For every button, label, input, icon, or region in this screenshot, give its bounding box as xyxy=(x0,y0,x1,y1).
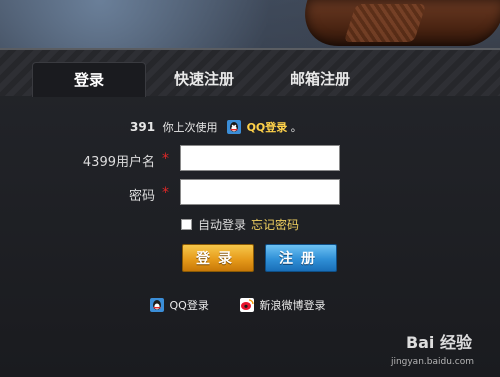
tab-quick-register[interactable]: 快速注册 xyxy=(150,62,258,96)
watermark-url: jingyan.baidu.com xyxy=(390,357,474,367)
last-login-hint: 391 你上次使用 QQ登录 。 xyxy=(130,119,302,135)
hint-suffix: 。 xyxy=(290,121,302,134)
tab-email-register[interactable]: 邮箱注册 xyxy=(266,62,374,96)
background-gun-grip xyxy=(343,4,427,42)
username-required-mark: * xyxy=(162,151,169,167)
weibo-icon xyxy=(240,298,254,312)
forgot-password-link[interactable]: 忘记密码 xyxy=(251,216,299,233)
password-label: 密码 xyxy=(128,189,155,204)
password-input[interactable] xyxy=(180,179,340,205)
weibo-login-label: 新浪微博登录 xyxy=(259,299,326,312)
username-input[interactable] xyxy=(180,145,340,171)
watermark-brand: Bai 经验 xyxy=(405,333,472,352)
qq-icon xyxy=(227,120,242,134)
tab-login[interactable]: 登录 xyxy=(32,62,146,97)
qq-icon xyxy=(150,298,164,312)
auto-login-label: 自动登录 xyxy=(198,218,247,232)
tab-bar: 登录 快速注册 邮箱注册 xyxy=(0,50,500,97)
last-login-method: QQ登录 xyxy=(246,121,288,134)
login-panel: 登录 快速注册 邮箱注册 xyxy=(0,48,500,377)
username-label: 4399用户名 xyxy=(82,155,155,170)
site-logo: 391 xyxy=(130,120,156,134)
hint-prefix: 你上次使用 xyxy=(162,121,218,134)
qq-login-link[interactable]: QQ登录 xyxy=(150,297,209,313)
weibo-login-link[interactable]: 新浪微博登录 xyxy=(240,297,326,313)
qq-login-label: QQ登录 xyxy=(169,299,209,312)
register-button[interactable]: 注册 xyxy=(265,244,337,272)
password-required-mark: * xyxy=(162,185,169,201)
login-button[interactable]: 登录 xyxy=(182,244,254,272)
auto-login-checkbox[interactable] xyxy=(181,219,192,230)
